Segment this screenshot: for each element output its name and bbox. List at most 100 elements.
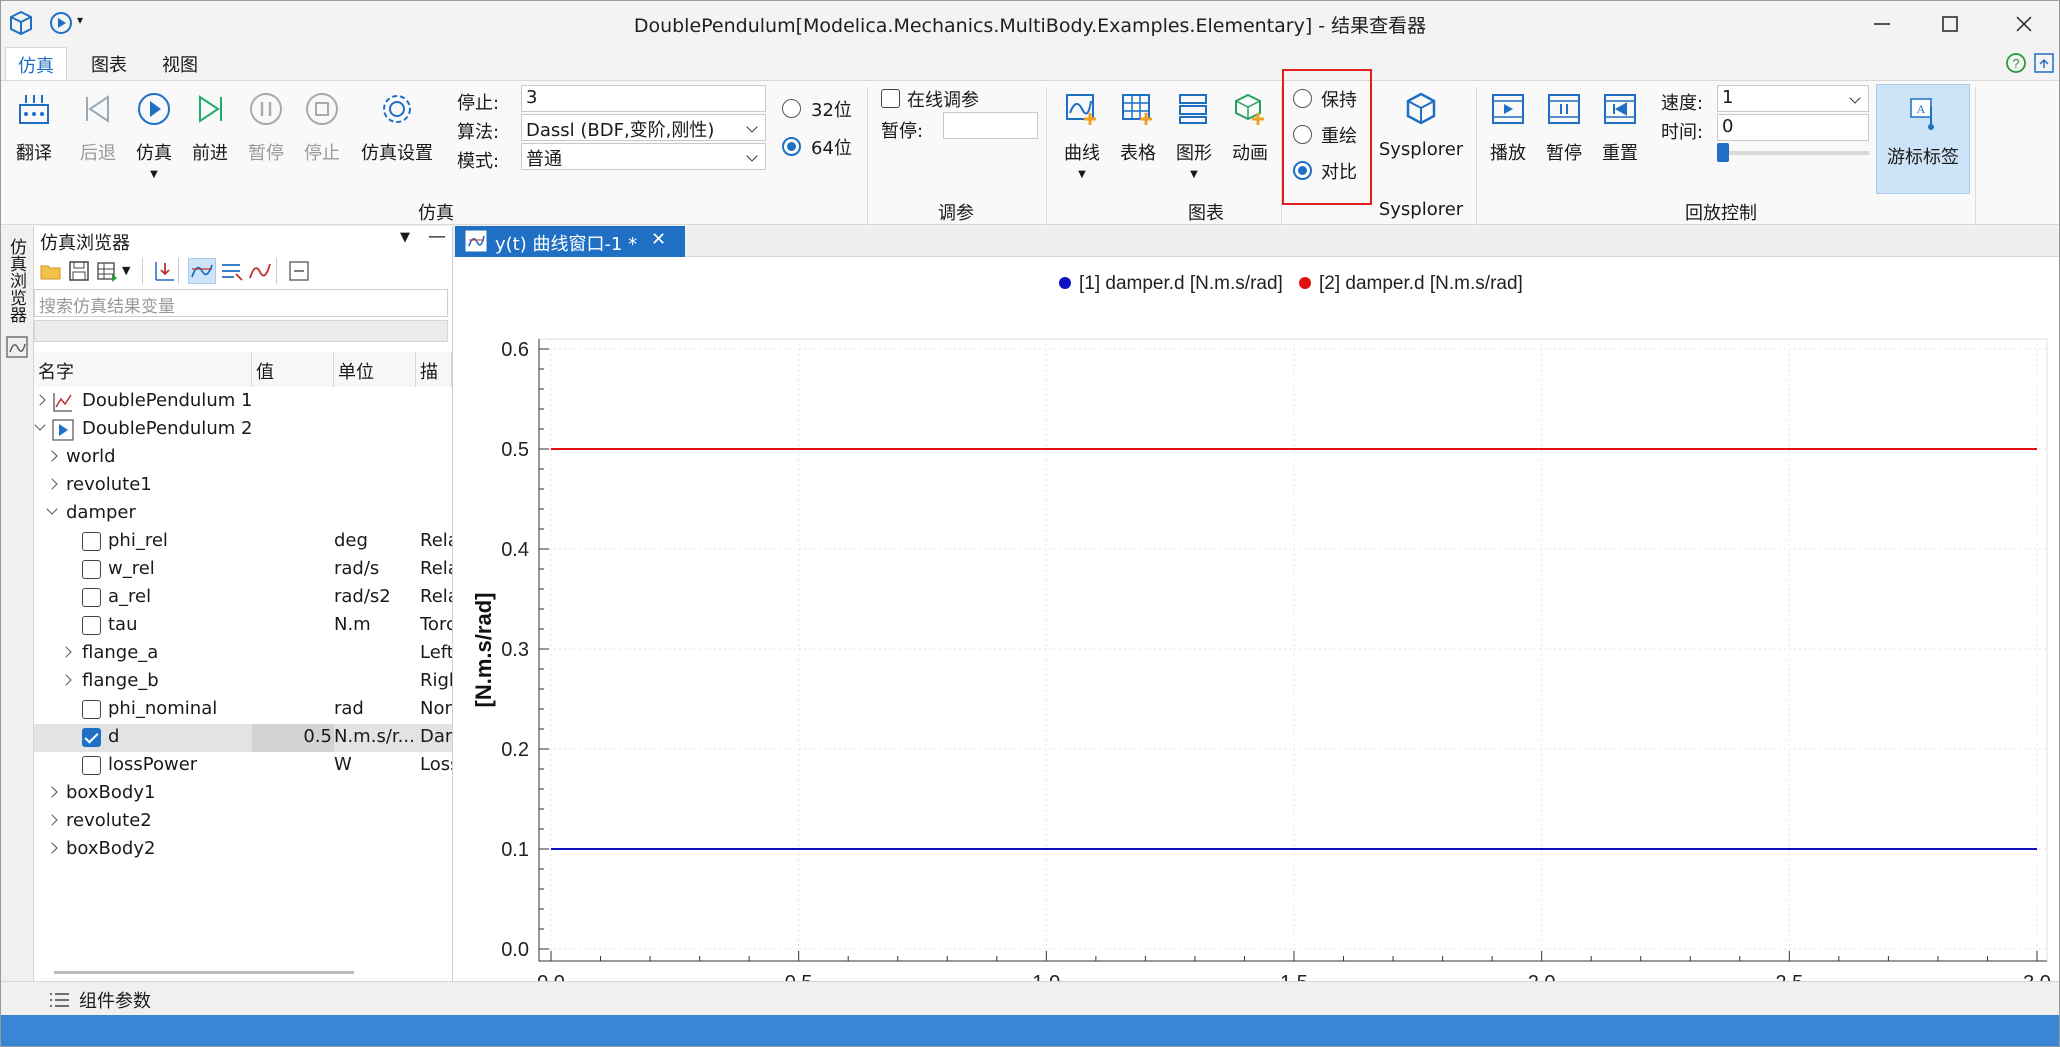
minimize-button[interactable] [1849, 1, 1915, 47]
show-curve-toggle[interactable] [188, 258, 216, 284]
tree-row-revolute1[interactable]: revolute1 [34, 472, 452, 500]
tree-row-phi-nominal[interactable]: phi_nominal rad Nor [34, 696, 452, 724]
component-params-tab[interactable]: 组件参数 [79, 987, 151, 1013]
tree-row-tau[interactable]: tau N.m Torc [34, 612, 452, 640]
col-unit-header[interactable]: 单位 [334, 352, 416, 387]
tree-row-phi-rel[interactable]: phi_rel deg Rela [34, 528, 452, 556]
col-value-header[interactable]: 值 [252, 352, 334, 387]
radio-32bit[interactable] [782, 99, 801, 118]
legend-entry-1: [1] damper.d [N.m.s/rad] [1079, 273, 1283, 294]
animation-cube-icon [1232, 91, 1268, 132]
horizontal-scrollbar[interactable] [54, 971, 354, 974]
export-table-icon[interactable] [96, 260, 118, 286]
time-slider-track[interactable] [1717, 151, 1869, 155]
tree-row-flange-a[interactable]: flange_a Left [34, 640, 452, 668]
y-tick-label: 0.4 [501, 539, 529, 561]
open-folder-icon[interactable] [40, 260, 62, 286]
help-icon[interactable]: ? [2005, 52, 2027, 78]
cursor-label-button[interactable]: A 游标标签 [1876, 84, 1970, 194]
algorithm-select[interactable]: Dassl (BDF,变阶,刚性) [521, 114, 766, 141]
step-forward-button[interactable]: 前进 [185, 81, 235, 191]
tree-row-flange-b[interactable]: flange_b Righ [34, 668, 452, 696]
chevron-down-icon[interactable]: ▼ [129, 169, 179, 180]
y-tick-label: 0.6 [501, 339, 529, 361]
stop-time-input[interactable]: 3 [521, 85, 766, 112]
variable-checkbox-checked[interactable] [82, 728, 101, 747]
tree-row-doublependulum-1[interactable]: DoublePendulum 1 [34, 388, 452, 416]
sysplorer-button[interactable]: Sysplorer [1377, 81, 1465, 191]
tree-row-boxbody2[interactable]: boxBody2 [34, 836, 452, 864]
variable-checkbox[interactable] [82, 616, 101, 635]
close-tab-icon[interactable]: ✕ [651, 229, 666, 250]
chevron-down-icon[interactable]: ▼ [1171, 169, 1217, 180]
stop-button[interactable]: 停止 [297, 81, 347, 191]
step-back-icon [80, 91, 116, 132]
close-button[interactable] [1991, 1, 2057, 47]
chevron-down-icon[interactable]: ▼ [1059, 169, 1105, 180]
sim-settings-button[interactable]: 仿真设置 [357, 81, 437, 191]
tree-row-losspower[interactable]: lossPower W Loss [34, 752, 452, 780]
tree-row-doublependulum-2[interactable]: DoublePendulum 2 [34, 416, 452, 444]
tab-simulation[interactable]: 仿真 [5, 47, 67, 80]
y-tick-label: 0.0 [501, 939, 529, 961]
radio-compare[interactable] [1293, 161, 1312, 180]
d-value[interactable]: 0.5 [214, 726, 332, 747]
time-slider-handle[interactable] [1717, 143, 1729, 162]
side-tab-sim-browser[interactable]: 仿真浏览器 [5, 238, 29, 338]
radio-compare-label: 对比 [1321, 162, 1357, 183]
new-animation-button[interactable]: 动画 [1227, 81, 1273, 191]
filter-list-icon[interactable] [220, 260, 244, 286]
col-name-header[interactable]: 名字 [34, 352, 252, 387]
maximize-button[interactable] [1917, 1, 1983, 47]
search-input[interactable]: 搜索仿真结果变量 [34, 289, 448, 317]
col-desc-header[interactable]: 描述 [416, 352, 452, 387]
panel-minimize-icon[interactable]: — [428, 226, 446, 247]
y-t-chart[interactable]: 0.0 0.5 1.0 1.5 2.0 2.5 3.0 0.0 0.1 0.2 0.3 0.4 0.5 0… [453, 257, 2059, 981]
tree-row-w-rel[interactable]: w_rel rad/s Rela [34, 556, 452, 584]
tree-row-d-selected[interactable]: d 0.5 N.m.s/r... Dam [34, 724, 452, 752]
simulate-button[interactable]: 仿真 ▼ [129, 81, 179, 191]
radio-redraw[interactable] [1293, 125, 1312, 144]
step-back-button[interactable]: 后退 [73, 81, 123, 191]
variable-checkbox[interactable] [82, 532, 101, 551]
radio-keep[interactable] [1293, 89, 1312, 108]
playback-reset-button[interactable]: 重置 [1597, 81, 1643, 191]
export-dropdown-icon[interactable]: ▼ [122, 264, 130, 277]
y-tick-label: 0.5 [501, 439, 529, 461]
tree-row-a-rel[interactable]: a_rel rad/s2 Rela [34, 584, 452, 612]
speed-select[interactable]: 1 [1717, 85, 1869, 112]
tab-curve-window-1[interactable]: y(t) 曲线窗口-1 * ✕ [455, 226, 685, 257]
collapse-all-icon[interactable] [288, 260, 310, 286]
waveform-icon[interactable] [248, 260, 272, 286]
pause-button[interactable]: 暂停 [241, 81, 291, 191]
new-table-button[interactable]: 表格 [1115, 81, 1161, 191]
curve-panel-icon[interactable] [6, 336, 28, 362]
tree-row-boxbody1[interactable]: boxBody1 [34, 780, 452, 808]
translate-icon [16, 91, 52, 132]
figure-icon [1176, 91, 1212, 132]
mode-select[interactable]: 普通 [521, 143, 766, 170]
new-curve-button[interactable]: 曲线 ▼ [1059, 81, 1105, 191]
playback-play-button[interactable]: 播放 [1485, 81, 1531, 191]
collapse-ribbon-icon[interactable] [2033, 52, 2055, 78]
tab-chart[interactable]: 图表 [79, 47, 139, 80]
variable-checkbox[interactable] [82, 560, 101, 579]
filter-bar[interactable] [34, 320, 448, 342]
variable-checkbox[interactable] [82, 700, 101, 719]
online-tune-checkbox[interactable] [881, 89, 900, 108]
translate-button[interactable]: 翻译 [9, 81, 59, 191]
time-input[interactable]: 0 [1717, 114, 1869, 141]
new-figure-button[interactable]: 图形 ▼ [1171, 81, 1217, 191]
radio-64bit[interactable] [782, 137, 801, 156]
panel-menu-icon[interactable]: ▼ [400, 230, 410, 245]
tab-view[interactable]: 视图 [150, 47, 210, 80]
variable-checkbox[interactable] [82, 588, 101, 607]
save-icon[interactable] [68, 260, 90, 286]
tree-row-damper[interactable]: damper [34, 500, 452, 528]
variable-checkbox[interactable] [82, 756, 101, 775]
import-result-icon[interactable] [154, 260, 176, 286]
tree-row-world[interactable]: world [34, 444, 452, 472]
tree-row-revolute2[interactable]: revolute2 [34, 808, 452, 836]
tune-pause-input[interactable] [943, 112, 1038, 139]
playback-pause-button[interactable]: 暂停 [1541, 81, 1587, 191]
